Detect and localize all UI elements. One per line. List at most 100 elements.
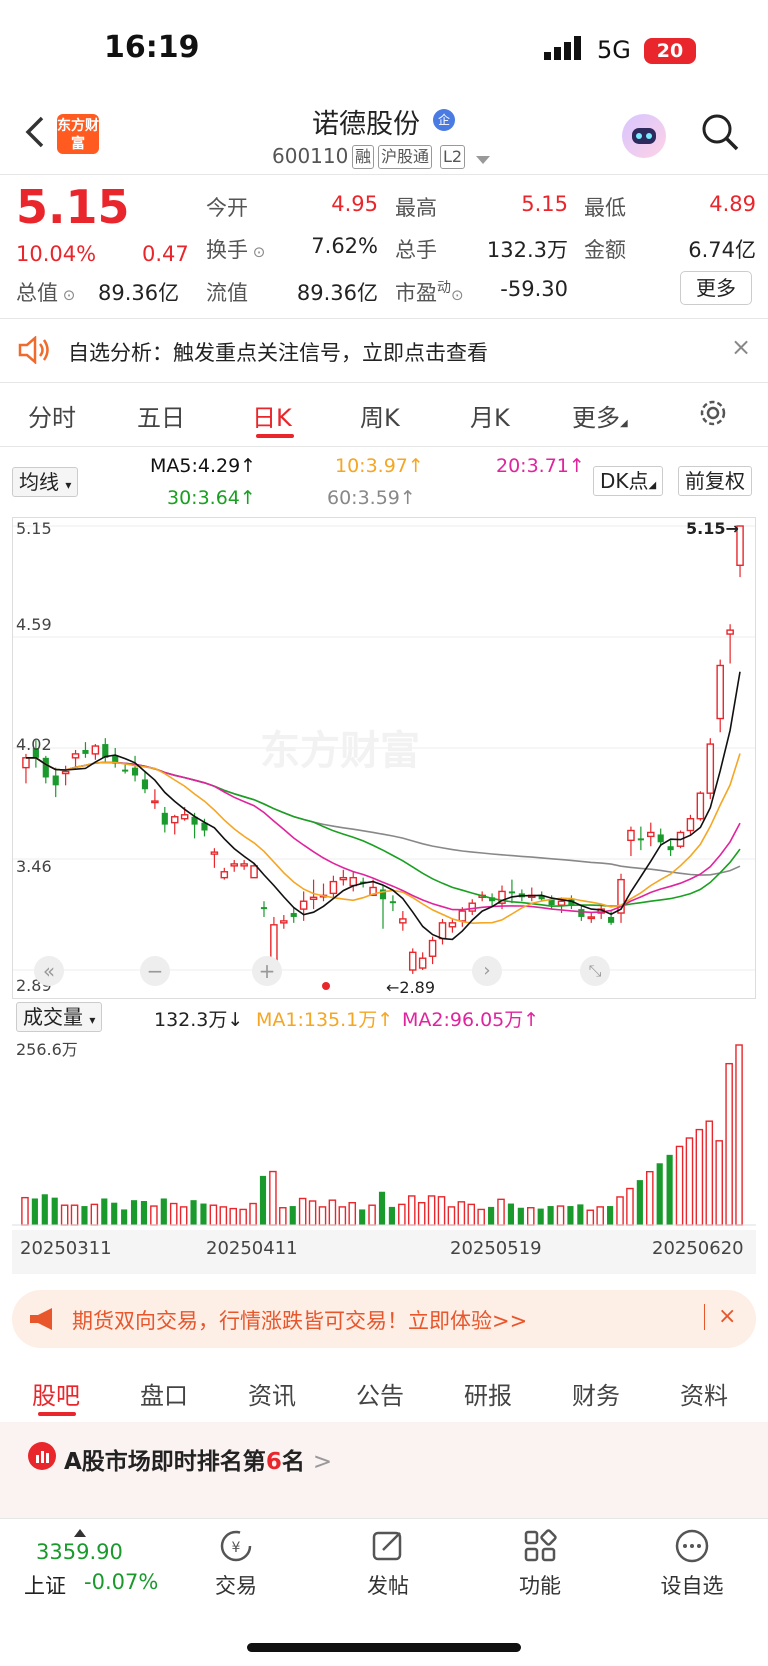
- volume-bar: [685, 1137, 694, 1226]
- candle: [299, 891, 308, 921]
- dk-point-select[interactable]: DK点◢: [593, 466, 664, 496]
- candle: [151, 789, 159, 809]
- total-value-label: 总值 ⊙: [16, 281, 76, 305]
- tab-pankou[interactable]: 盘口: [140, 1376, 188, 1411]
- adjust-select[interactable]: 前复权: [678, 466, 752, 496]
- zoom-out-icon[interactable]: −: [140, 956, 170, 986]
- ma20-value: 20:3.71↑: [496, 455, 585, 477]
- trade-icon[interactable]: ¥: [218, 1528, 254, 1568]
- rank-text[interactable]: A股市场即时排名第6名 >: [64, 1442, 332, 1476]
- next-icon[interactable]: ›: [472, 956, 502, 986]
- high-value: 5.15: [521, 192, 568, 216]
- candle: [240, 859, 248, 870]
- nav-add-watchlist[interactable]: 设自选: [647, 1570, 737, 1600]
- volume-bar: [289, 1206, 296, 1225]
- index-change[interactable]: -0.07%: [84, 1570, 158, 1594]
- volume-bar: [21, 1196, 29, 1226]
- battery-icon: 20: [644, 38, 696, 64]
- volume-bar: [239, 1208, 247, 1226]
- float-value-label: 流值: [206, 281, 248, 305]
- candle: [42, 755, 49, 784]
- zoom-in-icon[interactable]: +: [252, 956, 282, 986]
- candle: [230, 859, 239, 872]
- candle: [667, 840, 674, 857]
- scroll-left-icon[interactable]: «: [34, 956, 64, 986]
- change-percent: 10.04%: [16, 242, 97, 266]
- volume-select[interactable]: 成交量 ▾: [16, 1002, 103, 1032]
- tab-news[interactable]: 资讯: [248, 1376, 296, 1411]
- volume-bar: [219, 1206, 228, 1226]
- high-label: 最高: [395, 196, 437, 220]
- ma5-value: MA5:4.29↑: [150, 455, 257, 477]
- nav-post[interactable]: 发帖: [343, 1570, 433, 1600]
- volume-bar: [81, 1206, 88, 1225]
- volume-bar: [378, 1191, 386, 1225]
- volume-bar: [695, 1128, 704, 1226]
- volume-bar: [656, 1163, 663, 1225]
- volume-bar: [348, 1201, 357, 1226]
- tab-monthly-k[interactable]: 月K: [470, 398, 510, 433]
- candle: [438, 918, 447, 945]
- ad-text[interactable]: 期货双向交易，行情涨跌皆可交易！立即体验>>: [72, 1305, 527, 1335]
- candle: [260, 901, 268, 917]
- tab-finance[interactable]: 财务: [572, 1376, 620, 1411]
- candle: [122, 763, 129, 774]
- back-icon[interactable]: [22, 112, 48, 162]
- candle: [52, 767, 59, 798]
- volume-bar: [279, 1207, 287, 1226]
- gear-icon[interactable]: [697, 397, 729, 433]
- tab-guba[interactable]: 股吧: [32, 1376, 80, 1411]
- candle: [141, 771, 149, 794]
- candle: [617, 873, 625, 923]
- expand-icon[interactable]: ⤡: [580, 956, 610, 986]
- tab-announcements[interactable]: 公告: [356, 1376, 404, 1411]
- tab-more[interactable]: 更多◢: [572, 398, 628, 433]
- megaphone-icon: [28, 1306, 58, 1336]
- search-icon[interactable]: [700, 112, 740, 156]
- tab-daily-k[interactable]: 日K: [252, 398, 292, 433]
- candle: [329, 875, 338, 898]
- amount-label: 金额: [584, 238, 626, 262]
- tab-intraday[interactable]: 分时: [28, 398, 76, 433]
- tab-profile[interactable]: 资料: [680, 1376, 728, 1411]
- index-name[interactable]: 上证: [24, 1570, 66, 1600]
- volume-label: 总手: [395, 238, 437, 262]
- active-tab-indicator: [256, 434, 294, 438]
- indicator-select[interactable]: 均线 ▾: [12, 467, 79, 497]
- status-time: 16:19: [104, 30, 200, 65]
- index-value[interactable]: 3359.90: [36, 1540, 123, 1564]
- volume-value: 132.3万: [486, 238, 568, 262]
- volume-bar: [160, 1198, 167, 1225]
- more-button[interactable]: 更多: [680, 271, 752, 305]
- date-label-4: 20250620: [652, 1238, 744, 1259]
- volume-bar: [675, 1145, 684, 1226]
- volume-bar: [537, 1208, 544, 1225]
- volume-bar: [507, 1203, 515, 1225]
- tab-five-day[interactable]: 五日: [137, 398, 185, 433]
- dropdown-icon[interactable]: [476, 151, 490, 170]
- functions-icon[interactable]: [522, 1528, 558, 1568]
- notice-close-icon[interactable]: ×: [731, 333, 751, 361]
- volume-bar: [359, 1209, 366, 1225]
- volume-bar: [636, 1180, 643, 1225]
- volume-bar: [200, 1203, 207, 1225]
- candle: [408, 948, 417, 974]
- nav-trade[interactable]: 交易: [191, 1570, 281, 1600]
- volume-bar: [497, 1198, 505, 1226]
- assistant-avatar[interactable]: [622, 114, 666, 158]
- post-icon[interactable]: [370, 1528, 406, 1568]
- notice-text[interactable]: 自选分析：触发重点关注信号，立即点击查看: [68, 337, 488, 367]
- volume-bar: [328, 1199, 337, 1226]
- date-label-2: 20250411: [206, 1238, 298, 1259]
- add-watchlist-icon[interactable]: [674, 1528, 710, 1568]
- volume-bar: [467, 1203, 476, 1226]
- volume-bar: [41, 1194, 48, 1225]
- tab-research[interactable]: 研报: [464, 1376, 512, 1411]
- tab-weekly-k[interactable]: 周K: [360, 398, 400, 433]
- volume-bar: [556, 1205, 565, 1226]
- ma30-value: 30:3.64↑: [167, 487, 256, 509]
- nav-functions[interactable]: 功能: [495, 1570, 585, 1600]
- ad-close-icon[interactable]: ×: [718, 1304, 736, 1329]
- pe-label: 市盈动⊙: [395, 280, 464, 305]
- candle: [686, 814, 695, 835]
